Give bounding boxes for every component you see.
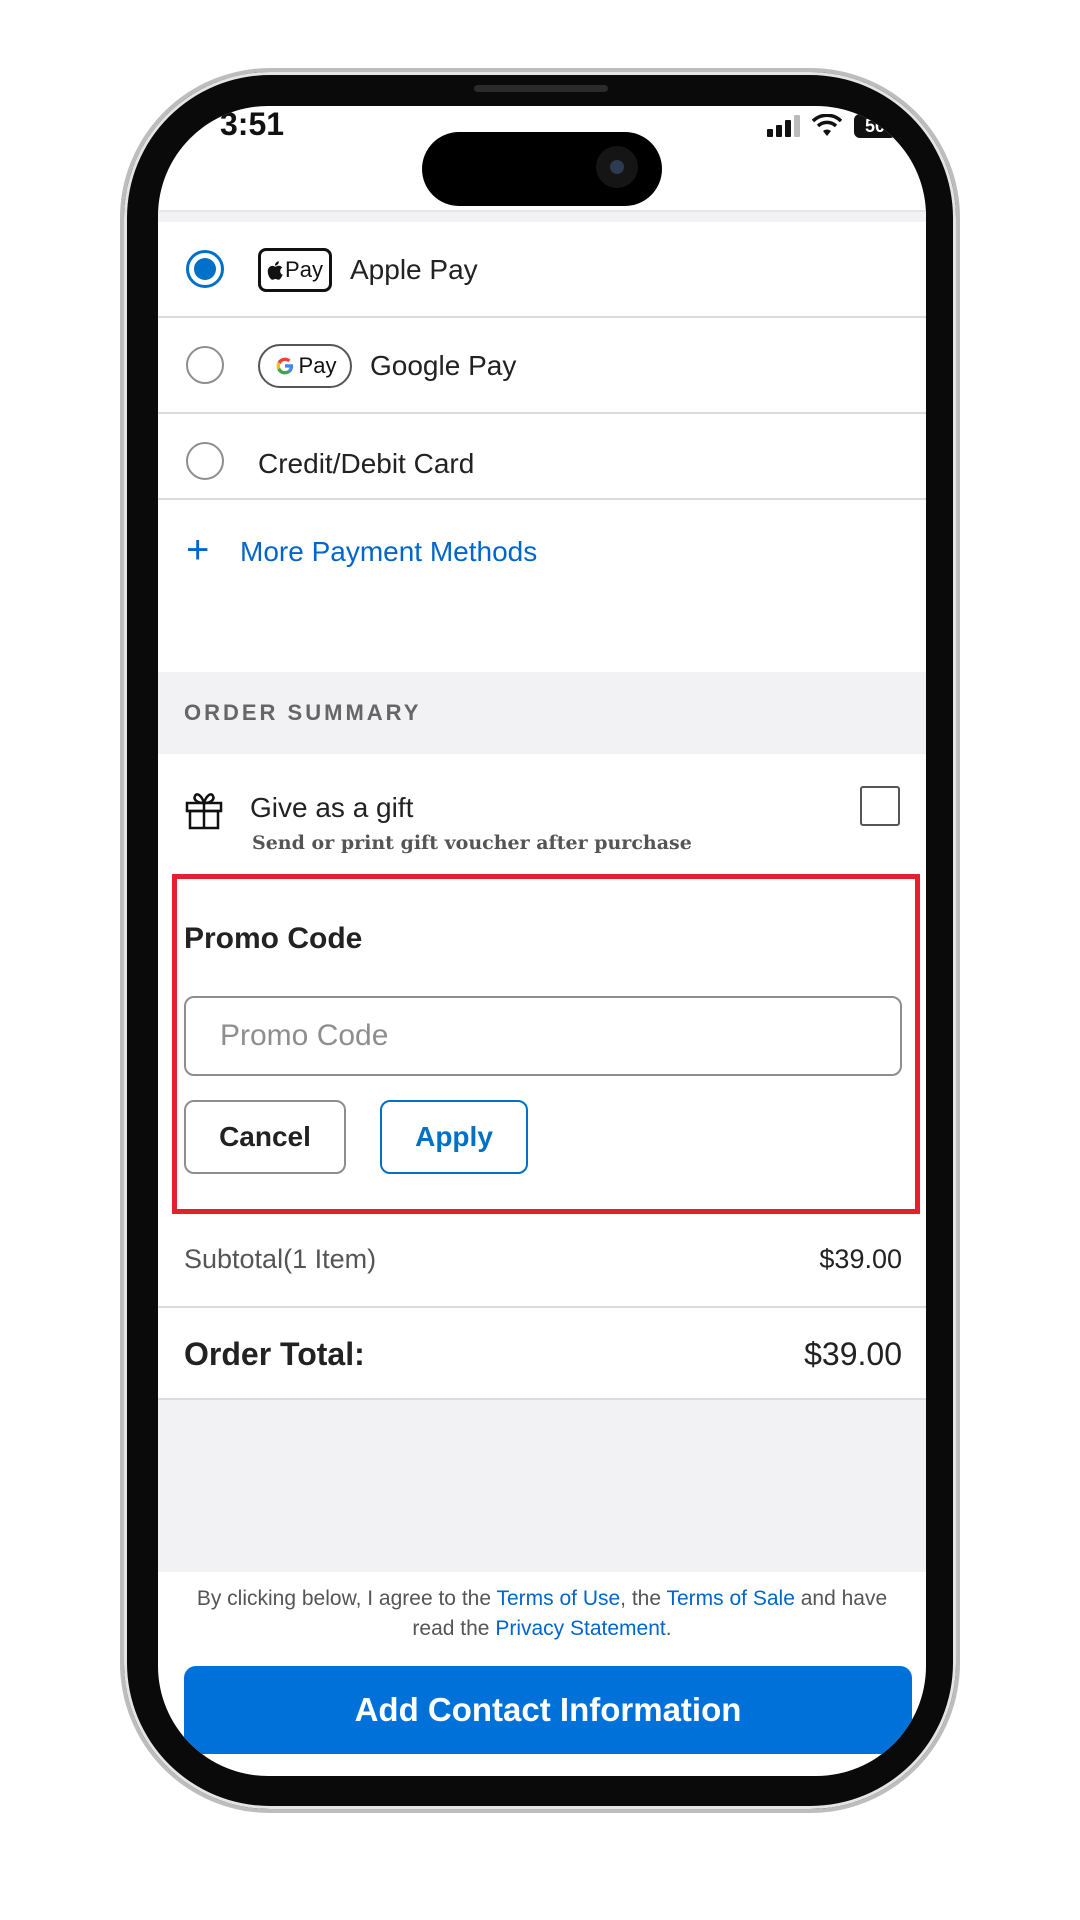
battery-icon: 50 (854, 114, 896, 138)
google-pay-label: Google Pay (370, 350, 517, 381)
payment-option-apple-pay[interactable]: Pay Apple Pay (158, 222, 926, 318)
wifi-icon (812, 114, 842, 136)
subtotal-label: Subtotal(1 Item) (184, 1244, 377, 1274)
google-pay-radio[interactable] (186, 346, 224, 384)
add-contact-information-button[interactable]: Add Contact Information (184, 1666, 912, 1754)
order-total-value: $39.00 (804, 1336, 902, 1372)
plus-icon: + (186, 528, 210, 572)
terms-of-use-link[interactable]: Terms of Use (496, 1587, 620, 1610)
apple-pay-radio[interactable] (186, 250, 224, 288)
speaker-grille (474, 85, 608, 92)
apple-pay-logo: Pay (258, 248, 332, 292)
google-pay-logo: Pay (258, 344, 352, 388)
more-payment-methods-label: More Payment Methods (240, 536, 538, 567)
subtotal-value: $39.00 (819, 1244, 902, 1274)
content-spacer (158, 1400, 926, 1572)
gift-icon (185, 793, 223, 830)
phone-screen: 3:51 50 Pay Apple Pay Pay Google Pay Cre… (158, 106, 926, 1776)
legal-suffix: . (665, 1617, 672, 1640)
legal-text: By clicking below, I agree to the Terms … (176, 1584, 908, 1644)
order-total-label: Order Total: (184, 1336, 365, 1372)
promo-title: Promo Code (184, 922, 363, 955)
apply-button[interactable]: Apply (380, 1100, 528, 1174)
apple-pay-badge-text: Pay (285, 257, 323, 282)
order-summary-header: ORDER SUMMARY (158, 672, 926, 754)
google-pay-badge-text: Pay (298, 353, 337, 378)
more-payment-methods-link[interactable]: + More Payment Methods (158, 500, 926, 590)
cancel-button[interactable]: Cancel (184, 1100, 346, 1174)
cellular-signal-icon (767, 115, 800, 137)
card-radio[interactable] (186, 442, 224, 480)
card-label: Credit/Debit Card (258, 448, 475, 479)
terms-of-sale-link[interactable]: Terms of Sale (667, 1587, 795, 1610)
gift-title: Give as a gift (250, 792, 414, 823)
apple-pay-label: Apple Pay (350, 254, 478, 285)
payment-option-card[interactable]: Credit/Debit Card (158, 414, 926, 500)
nav-spacer (158, 212, 926, 222)
privacy-statement-link[interactable]: Privacy Statement (495, 1617, 665, 1640)
status-icons: 50 (767, 114, 896, 138)
order-total-row: Order Total: $39.00 (158, 1308, 926, 1400)
apple-logo-icon (267, 260, 283, 280)
gift-checkbox[interactable] (860, 786, 900, 826)
status-time: 3:51 (220, 106, 285, 142)
subtotal-row: Subtotal(1 Item) $39.00 (158, 1214, 926, 1308)
front-camera-icon (596, 146, 638, 188)
promo-code-input[interactable] (184, 996, 902, 1076)
legal-prefix: By clicking below, I agree to the (196, 1587, 497, 1610)
payment-option-google-pay[interactable]: Pay Google Pay (158, 318, 926, 414)
legal-mid1: , the (620, 1587, 667, 1610)
google-g-icon (276, 357, 293, 375)
order-summary-heading: ORDER SUMMARY (184, 700, 422, 725)
gift-subtitle: Send or print gift voucher after purchas… (252, 832, 692, 854)
